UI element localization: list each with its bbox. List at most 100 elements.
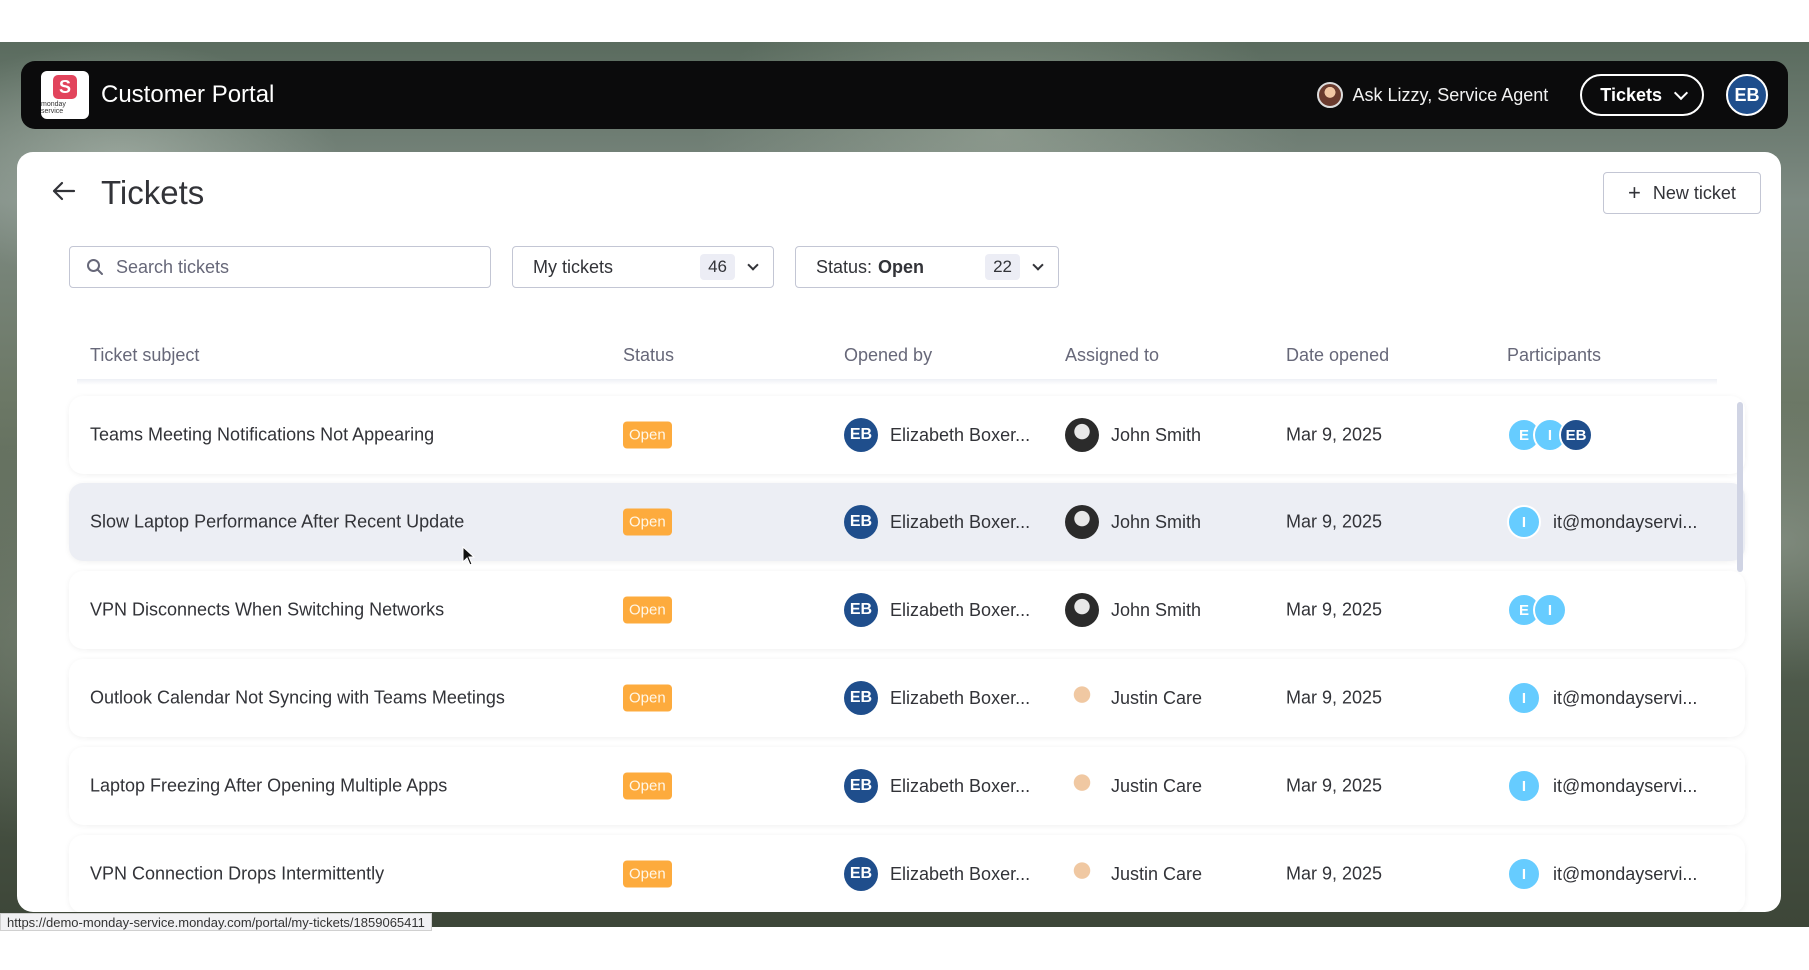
assignee-name: John Smith — [1111, 424, 1202, 445]
opened-by-cell: EB Elizabeth Boxer... — [844, 593, 1030, 627]
column-header-date-opened[interactable]: Date opened — [1286, 345, 1389, 366]
assignee-name: Justin Care — [1111, 863, 1203, 884]
my-tickets-dropdown[interactable]: My tickets 46 — [512, 246, 774, 288]
column-header-status[interactable]: Status — [623, 345, 674, 366]
opened-by-cell: EB Elizabeth Boxer... — [844, 505, 1030, 539]
participant-email: it@mondayservi... — [1553, 863, 1698, 884]
participant-avatar: I — [1507, 505, 1541, 539]
assigned-to-cell: John Smith — [1065, 593, 1201, 627]
monday-logo-icon: S — [53, 75, 77, 99]
arrow-left-icon — [52, 181, 76, 201]
status-count: 22 — [985, 254, 1020, 280]
opened-by-cell: EB Elizabeth Boxer... — [844, 418, 1030, 452]
opened-by-cell: EB Elizabeth Boxer... — [844, 769, 1030, 803]
assignee-avatar-icon — [1065, 769, 1099, 803]
ticket-subject[interactable]: Slow Laptop Performance After Recent Upd… — [90, 512, 464, 533]
participant-avatar: I — [1507, 769, 1541, 803]
participant-email: it@mondayservi... — [1553, 775, 1698, 796]
participant-email: it@mondayservi... — [1553, 687, 1698, 708]
ask-lizzy-label: Ask Lizzy, Service Agent — [1352, 84, 1549, 105]
table-row[interactable]: Laptop Freezing After Opening Multiple A… — [69, 747, 1745, 825]
date-opened: Mar 9, 2025 — [1286, 599, 1383, 620]
assignee-name: Justin Care — [1111, 687, 1203, 708]
ticket-subject[interactable]: Laptop Freezing After Opening Multiple A… — [90, 776, 447, 797]
status-value: Open — [878, 256, 925, 277]
assignee-avatar-icon — [1065, 418, 1099, 452]
participant-avatar: I — [1533, 593, 1567, 627]
column-header-opened-by[interactable]: Opened by — [844, 345, 932, 366]
back-button[interactable] — [47, 174, 81, 208]
status-badge: Open — [623, 684, 672, 712]
logo-caption: monday service — [41, 101, 66, 115]
avatar: EB — [844, 857, 878, 891]
status-dropdown[interactable]: Status: Open 22 — [795, 246, 1059, 288]
opened-by-name: Elizabeth Boxer... — [890, 863, 1031, 884]
search-input[interactable]: Search tickets — [69, 246, 491, 288]
chevron-down-icon — [1032, 259, 1044, 271]
assignee-avatar-icon — [1065, 593, 1099, 627]
search-placeholder: Search tickets — [116, 256, 230, 277]
date-opened: Mar 9, 2025 — [1286, 424, 1383, 445]
page-title: Tickets — [101, 174, 205, 211]
column-header-participants[interactable]: Participants — [1507, 345, 1601, 366]
participant-avatar: EB — [1559, 418, 1593, 452]
opened-by-cell: EB Elizabeth Boxer... — [844, 681, 1030, 715]
status-badge: Open — [623, 772, 672, 800]
column-header-assigned-to[interactable]: Assigned to — [1065, 345, 1159, 366]
date-opened: Mar 9, 2025 — [1286, 511, 1383, 532]
ticket-subject[interactable]: VPN Connection Drops Intermittently — [90, 864, 384, 885]
status-badge: Open — [623, 860, 672, 888]
tickets-menu-button[interactable]: Tickets — [1580, 74, 1704, 116]
assigned-to-cell: John Smith — [1065, 505, 1201, 539]
participant-avatar: I — [1507, 857, 1541, 891]
user-avatar[interactable]: EB — [1726, 74, 1768, 116]
opened-by-name: Elizabeth Boxer... — [890, 775, 1031, 796]
opened-by-name: Elizabeth Boxer... — [890, 687, 1031, 708]
header-divider — [77, 379, 1717, 385]
new-ticket-button[interactable]: + New ticket — [1603, 172, 1761, 214]
opened-by-name: Elizabeth Boxer... — [890, 599, 1031, 620]
participants-cell: E I EB — [1507, 418, 1593, 452]
app-title: Customer Portal — [101, 81, 275, 108]
participant-email: it@mondayservi... — [1553, 511, 1698, 532]
table-row[interactable]: Teams Meeting Notifications Not Appearin… — [69, 396, 1745, 474]
ticket-subject[interactable]: Teams Meeting Notifications Not Appearin… — [90, 425, 434, 446]
ask-lizzy-button[interactable]: Ask Lizzy, Service Agent — [1316, 82, 1549, 108]
new-ticket-label: New ticket — [1652, 182, 1736, 203]
app-logo[interactable]: S monday service — [41, 71, 89, 119]
assignee-avatar-icon — [1065, 681, 1099, 715]
tickets-menu-label: Tickets — [1600, 84, 1662, 105]
participant-avatar: I — [1507, 681, 1541, 715]
lizzy-avatar-icon — [1316, 82, 1343, 108]
scrollbar-thumb[interactable] — [1737, 402, 1743, 572]
avatar: EB — [844, 505, 878, 539]
date-opened: Mar 9, 2025 — [1286, 687, 1383, 708]
participants-cell: I it@mondayservi... — [1507, 769, 1697, 803]
status-badge: Open — [623, 421, 672, 449]
table-row[interactable]: VPN Connection Drops Intermittently Open… — [69, 835, 1745, 912]
plus-icon: + — [1628, 180, 1641, 205]
my-tickets-label: My tickets — [533, 256, 614, 277]
avatar: EB — [844, 769, 878, 803]
table-row[interactable]: Outlook Calendar Not Syncing with Teams … — [69, 659, 1745, 737]
top-navigation-bar: S monday service Customer Portal Ask Liz… — [21, 61, 1788, 129]
column-header-subject[interactable]: Ticket subject — [90, 345, 199, 366]
opened-by-name: Elizabeth Boxer... — [890, 424, 1031, 445]
chevron-down-icon — [747, 259, 759, 271]
table-header: Ticket subject Status Opened by Assigned… — [17, 335, 1781, 375]
status-badge: Open — [623, 596, 672, 624]
participants-cell: E I — [1507, 593, 1567, 627]
ticket-subject[interactable]: VPN Disconnects When Switching Networks — [90, 600, 444, 621]
ticket-subject[interactable]: Outlook Calendar Not Syncing with Teams … — [90, 688, 505, 709]
status-badge: Open — [623, 508, 672, 536]
filter-bar: Search tickets My tickets 46 Status: Ope… — [69, 246, 1059, 288]
table-row[interactable]: VPN Disconnects When Switching Networks … — [69, 571, 1745, 649]
chevron-down-icon — [1673, 85, 1689, 100]
assignee-avatar-icon — [1065, 857, 1099, 891]
participants-cell: I it@mondayservi... — [1507, 857, 1697, 891]
assigned-to-cell: Justin Care — [1065, 857, 1202, 891]
assignee-avatar-icon — [1065, 505, 1099, 539]
search-icon — [87, 259, 103, 275]
table-row[interactable]: Slow Laptop Performance After Recent Upd… — [69, 483, 1745, 561]
status-prefix: Status: — [816, 256, 873, 277]
